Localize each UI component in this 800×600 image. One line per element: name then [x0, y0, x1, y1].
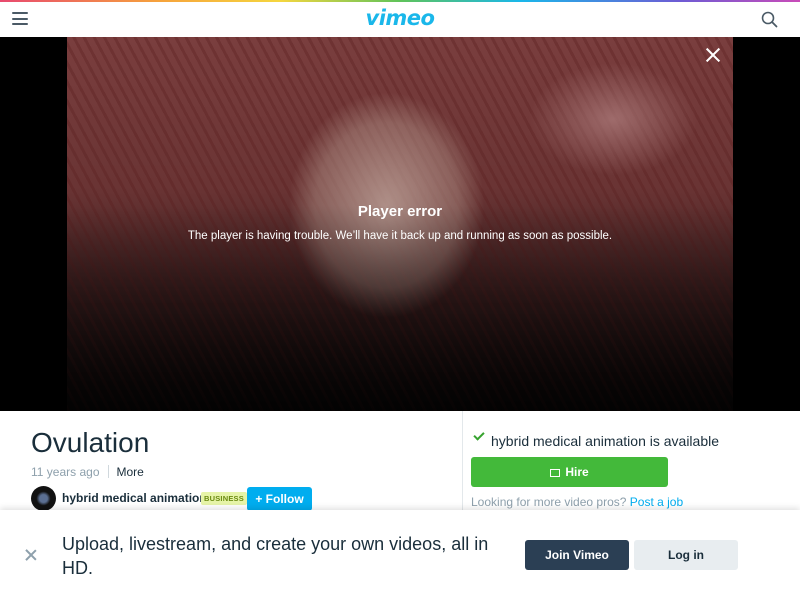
search-icon[interactable]	[761, 11, 778, 28]
video-title: Ovulation	[31, 427, 150, 458]
meta-divider	[107, 465, 109, 478]
upload-age: 11 years ago	[31, 465, 100, 479]
business-badge: BUSINESS	[201, 492, 247, 505]
hire-button[interactable]: Hire	[471, 457, 668, 487]
envelope-icon	[550, 469, 561, 477]
video-meta: 11 years ago More	[31, 465, 144, 479]
video-frame[interactable]: Player error The player is having troubl…	[67, 37, 733, 411]
hire-button-label: Hire	[565, 465, 589, 479]
log-in-button[interactable]: Log in	[634, 540, 738, 570]
close-icon[interactable]	[705, 47, 721, 63]
more-link[interactable]: More	[117, 465, 144, 479]
video-player[interactable]: Player error The player is having troubl…	[0, 37, 800, 411]
top-navigation-bar: vimeo	[0, 2, 800, 37]
pros-text: Looking for more video pros?	[471, 495, 627, 509]
uploader-name[interactable]: hybrid medical animation	[62, 491, 207, 505]
vimeo-logo[interactable]: vimeo	[0, 6, 800, 30]
follow-button[interactable]: + Follow	[247, 487, 312, 511]
checkmark-icon	[473, 429, 485, 441]
availability-text: hybrid medical animation is available	[491, 433, 720, 449]
post-a-job-link[interactable]: Post a job	[630, 495, 683, 509]
player-error-message: The player is having trouble. We’ll have…	[187, 230, 613, 242]
section-divider	[462, 411, 463, 511]
uploader-avatar[interactable]	[31, 486, 56, 511]
player-error-title: Player error	[357, 203, 443, 220]
signup-banner: Upload, livestream, and create your own …	[0, 510, 800, 600]
banner-text: Upload, livestream, and create your own …	[62, 534, 489, 578]
banner-close-icon[interactable]	[25, 549, 37, 561]
video-pros-prompt: Looking for more video pros? Post a job	[471, 495, 683, 509]
join-vimeo-button[interactable]: Join Vimeo	[525, 540, 629, 570]
